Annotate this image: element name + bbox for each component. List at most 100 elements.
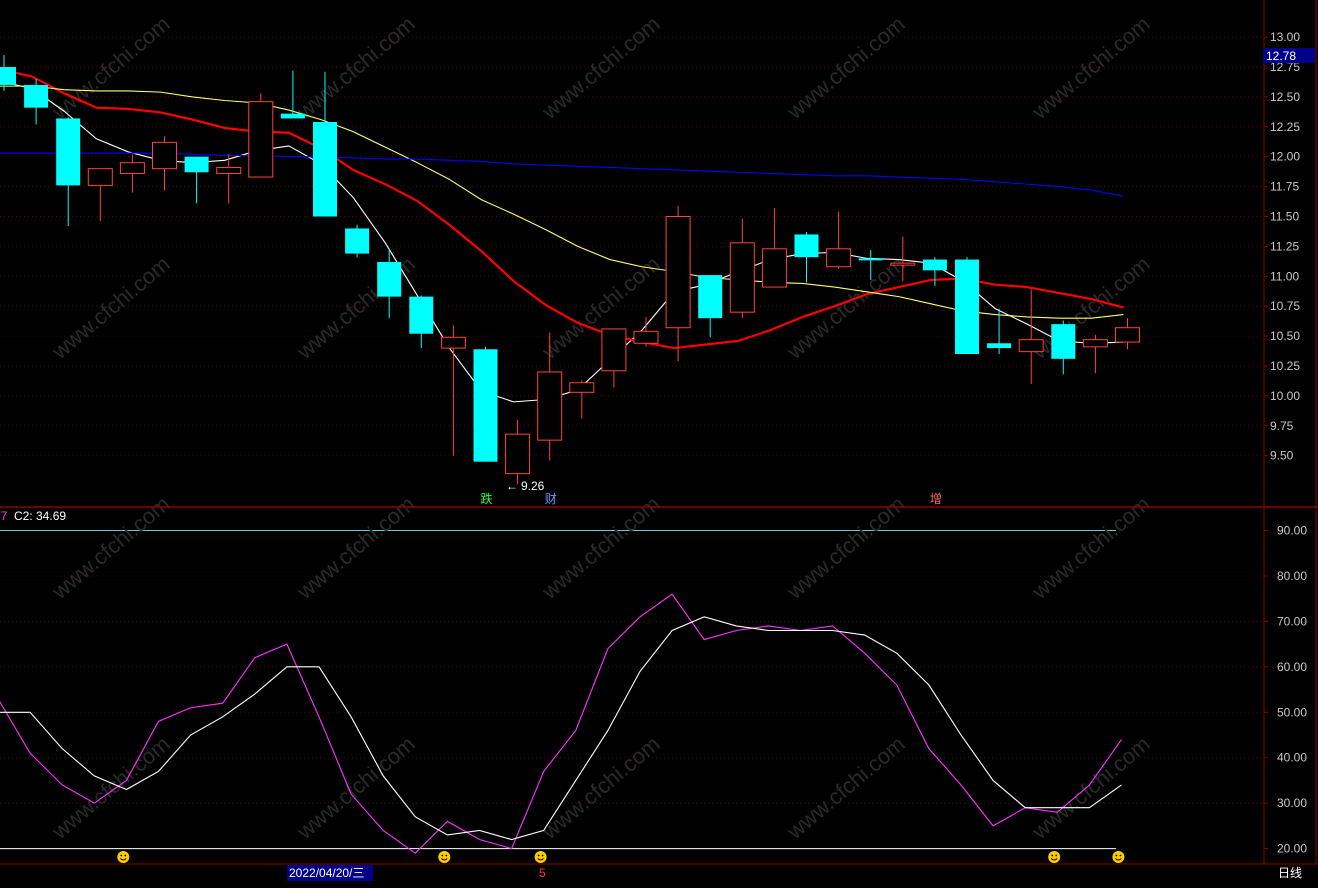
candle-body-down <box>794 234 819 258</box>
candle[interactable] <box>698 275 723 338</box>
candle-body-up <box>505 433 531 475</box>
candle-body-down <box>987 343 1012 349</box>
oscillator-axis-label: 80.00 <box>1277 569 1307 583</box>
oscillator-axis-label: 20.00 <box>1277 842 1307 856</box>
smiley-eye <box>1055 854 1058 857</box>
date-label[interactable]: 2022/04/20/三 <box>289 866 364 880</box>
chart-canvas[interactable]: www.cfchi.com www.cfchi.com www.cfchi.com w… <box>0 0 1318 883</box>
price-axis-label: 12.00 <box>1270 150 1300 164</box>
smiley-face <box>117 851 130 863</box>
candle[interactable] <box>56 117 81 227</box>
candle[interactable] <box>0 55 16 91</box>
candle-body-up <box>216 166 242 174</box>
signal-smileys <box>117 851 1125 863</box>
candle-body-up <box>569 382 595 393</box>
candle-body-down <box>473 349 498 462</box>
candle[interactable] <box>1115 318 1140 350</box>
smiley-icon <box>1048 851 1061 863</box>
candle-body-up <box>890 262 916 266</box>
candle[interactable] <box>794 232 819 283</box>
event-marker: 增 <box>930 492 942 506</box>
watermark-text: www.cfchi.com <box>291 491 419 604</box>
watermark-text: www.cfchi.com <box>46 251 174 364</box>
candle[interactable] <box>729 218 755 319</box>
candle[interactable] <box>24 78 49 125</box>
candle-body-down <box>184 156 209 173</box>
smiley-icon <box>438 851 451 863</box>
candle[interactable] <box>826 211 852 270</box>
candle-body-up <box>729 242 755 313</box>
moving-average-yellow <box>0 85 1124 319</box>
smiley-icon <box>534 851 547 863</box>
candle-body-down <box>955 259 979 355</box>
candle[interactable] <box>184 156 209 204</box>
current-price-tag: 12.78 <box>1266 49 1296 63</box>
candle[interactable] <box>1082 334 1108 374</box>
candle[interactable] <box>505 419 531 485</box>
event-markers: 跌财增 <box>481 491 942 506</box>
candle[interactable] <box>569 380 595 419</box>
price-axis: 13.0012.7512.5012.2512.0011.7511.5011.25… <box>1264 30 1300 463</box>
watermark-text: www.cfchi.com <box>536 251 664 364</box>
period-label[interactable]: 日线 <box>1278 866 1302 880</box>
candle-body-down <box>1051 324 1076 359</box>
osc-header-label: C2: 34.69 <box>14 509 66 523</box>
candle-body-down <box>377 261 402 297</box>
smiley-face <box>1112 851 1125 863</box>
candle[interactable] <box>601 328 627 388</box>
watermark-text: www.cfchi.com <box>46 731 174 844</box>
bottom-tick-label: 5 <box>539 866 546 880</box>
candle[interactable] <box>955 257 979 355</box>
watermark-text: www.cfchi.com <box>536 11 664 124</box>
candle[interactable] <box>152 136 177 191</box>
price-axis-label: 9.50 <box>1270 449 1294 463</box>
candle-body-down <box>698 275 723 319</box>
candle[interactable] <box>248 93 274 178</box>
candle-body-down <box>409 296 434 334</box>
price-axis-label: 12.50 <box>1270 90 1300 104</box>
price-axis-label: 11.75 <box>1270 180 1299 194</box>
stock-chart[interactable]: www.cfchi.com www.cfchi.com www.cfchi.com w… <box>0 0 1318 883</box>
smiley-face <box>1048 851 1061 863</box>
smiley-face <box>438 851 451 863</box>
candle-body-up <box>248 101 274 178</box>
price-axis-label: 9.75 <box>1270 419 1294 433</box>
smiley-eye <box>120 854 123 857</box>
candle[interactable] <box>216 154 242 204</box>
oscillator-axis-label: 40.00 <box>1277 751 1307 765</box>
event-marker: 跌 <box>481 491 493 506</box>
candle-body-down <box>313 122 337 217</box>
candle[interactable] <box>87 168 113 222</box>
candle[interactable] <box>761 208 787 288</box>
price-axis-label: 10.00 <box>1270 389 1300 403</box>
watermark-text: www.cfchi.com <box>1026 11 1154 124</box>
smiley-eye <box>1051 854 1054 857</box>
candle[interactable] <box>409 295 434 349</box>
oscillator-axis: 90.00 80.00 70.00 60.00 50.00 40.00 30.00 20.00 <box>1264 524 1307 856</box>
candle-body-up <box>537 371 563 441</box>
candle[interactable] <box>345 224 370 258</box>
price-gridlines <box>0 36 1264 457</box>
candle[interactable] <box>440 325 466 456</box>
candle-body-down <box>280 113 305 119</box>
watermark-text: www.cfchi.com <box>1026 251 1154 364</box>
price-axis-label: 12.25 <box>1270 120 1300 134</box>
oscillator-axis-label: 90.00 <box>1277 524 1307 538</box>
price-axis-label: 10.50 <box>1270 329 1300 343</box>
smiley-eye <box>541 854 544 857</box>
candle[interactable] <box>633 316 659 347</box>
oscillator-axis-label: 50.00 <box>1277 705 1307 719</box>
candle-body-down <box>24 84 49 108</box>
candle[interactable] <box>665 205 691 362</box>
candle-body-up <box>1018 339 1044 353</box>
candle[interactable] <box>1051 320 1076 375</box>
smiley-face <box>534 851 547 863</box>
candle-body-up <box>826 248 852 268</box>
watermark-text: www.cfchi.com <box>291 731 419 844</box>
low-price-arrow: ← <box>506 479 518 493</box>
candle[interactable] <box>473 346 498 462</box>
oscillator-axis-label: 60.00 <box>1277 660 1307 674</box>
event-marker: 财 <box>545 492 557 506</box>
smiley-icon <box>1112 851 1125 863</box>
watermark-text: www.cfchi.com <box>1026 491 1154 604</box>
